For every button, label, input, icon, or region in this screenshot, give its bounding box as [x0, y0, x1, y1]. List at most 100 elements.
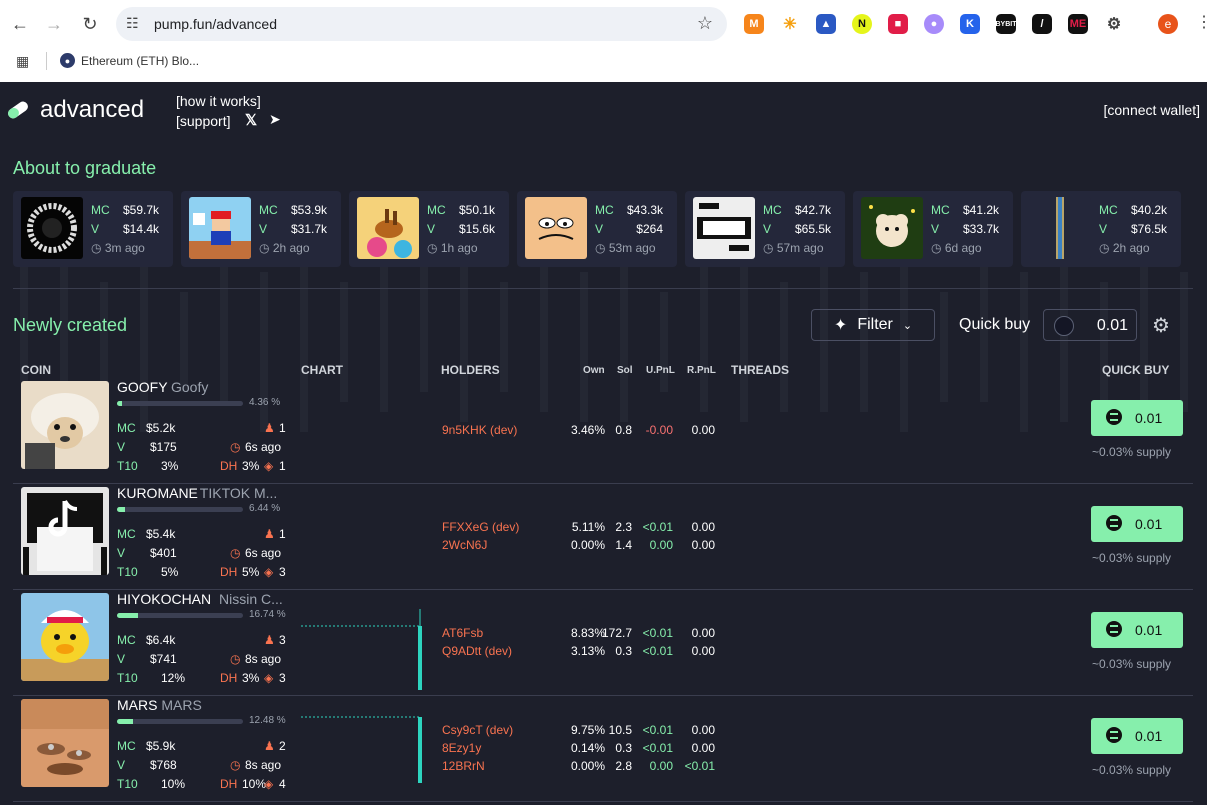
bookmark-divider [46, 52, 47, 70]
extension-icon[interactable]: N [852, 14, 872, 34]
coin-ticker[interactable]: GOOFY [117, 379, 168, 395]
quick-buy-button[interactable]: 0.01 [1091, 506, 1183, 542]
holder-address[interactable]: 2WcN6J [442, 538, 487, 552]
quick-buy-button[interactable]: 0.01 [1091, 400, 1183, 436]
solana-icon [1106, 727, 1122, 743]
market-cap-value: $42.7k [794, 203, 831, 217]
holder-rpnl: 0.00 [691, 723, 715, 737]
dh-label: DH [220, 777, 238, 791]
url-text[interactable]: pump.fun/advanced [154, 16, 277, 32]
holder-upnl: <0.01 [642, 644, 673, 658]
filter-button[interactable]: ✦ Filter ⌄ [811, 309, 935, 341]
profile-avatar[interactable]: e [1158, 14, 1178, 34]
holder-sol: 2.3 [615, 520, 632, 534]
holder-address[interactable]: AT6Fsb [442, 626, 483, 640]
browser-menu-icon[interactable]: ⋮ [1196, 12, 1207, 32]
volume-label: V [259, 222, 268, 236]
age-text: ◷ 53m ago [595, 241, 656, 255]
extension-icon[interactable]: / [1032, 14, 1052, 34]
clock-icon: ◷ [595, 241, 606, 255]
address-bar[interactable]: ☷ pump.fun/advanced ☆ [116, 7, 727, 41]
bookmark-ethereum[interactable]: ● Ethereum (ETH) Blo... [60, 53, 199, 68]
table-row[interactable]: MARS 12.48 % MC $5.9k V $768 T10 10% ♟ 2 ◷ 8s ago DH… [13, 695, 1193, 802]
holders-count: 3 [279, 633, 286, 647]
spark-extension-icon[interactable]: ✳ [780, 14, 800, 34]
connect-wallet-button[interactable]: [connect wallet] [1104, 102, 1201, 118]
solana-icon [1106, 621, 1122, 637]
telegram-icon[interactable]: ➤ [269, 111, 281, 128]
volume-label: V [595, 222, 604, 236]
extension-icon[interactable]: ME [1068, 14, 1088, 34]
support-link[interactable]: [support] [176, 113, 230, 129]
coin-ticker[interactable]: KUROMANE [117, 485, 198, 501]
dev-hold-value: 3% [242, 671, 260, 685]
site-info-icon[interactable]: ☷ [126, 15, 139, 32]
how-it-works-link[interactable]: [how it works] [176, 93, 261, 109]
t10-label: T10 [117, 565, 138, 579]
age-text: 8s ago [245, 652, 282, 666]
column-sol: Sol [617, 365, 633, 376]
forward-icon[interactable]: → [40, 10, 68, 38]
dh-label: DH [220, 459, 238, 473]
graduate-card[interactable]: MC $40.2k V $76.5k ◷ 2h ago [1021, 191, 1181, 267]
holders-count-icon: ♟ [264, 421, 275, 435]
coin-image[interactable] [21, 593, 109, 681]
extension-icon[interactable]: K [960, 14, 980, 34]
holders-count: 2 [279, 739, 286, 753]
holder-address[interactable]: 12BRrN [442, 759, 485, 773]
table-row[interactable]: KUROMANE 6.44 % MC $5.4k V $401 T10 5% ♟ 1 ◷ 6s ago… [13, 483, 1193, 590]
graduate-card[interactable]: MC $59.7k V $14.4k ◷ 3m ago [13, 191, 173, 267]
clock-icon: ◷ [230, 652, 241, 666]
extension-icon[interactable]: ▲ [816, 14, 836, 34]
graduate-card[interactable]: MC $41.2k V $33.7k ◷ 6d ago [853, 191, 1013, 267]
coin-ticker[interactable]: HIYOKOCHAN [117, 591, 211, 607]
coin-name: Goofy [171, 379, 209, 395]
quick-buy-button[interactable]: 0.01 [1091, 718, 1183, 754]
bonding-progress-bar [117, 401, 243, 406]
holder-own: 3.13% [570, 644, 605, 658]
table-row[interactable]: HIYOKOCHAN 16.74 % MC $6.4k V $741 T10 12% ♟ 3 ◷ 8s… [13, 589, 1193, 696]
target-icon: ◈ [264, 565, 274, 579]
progress-fill [117, 719, 133, 724]
graduate-card[interactable]: MC $43.3k V $264 ◷ 53m ago [517, 191, 677, 267]
holder-own: 3.46% [570, 423, 605, 437]
graduate-card[interactable]: MC $53.9k V $31.7k ◷ 2h ago [181, 191, 341, 267]
graduate-card[interactable]: MC $42.7k V $65.5k ◷ 57m ago [685, 191, 845, 267]
extension-icon[interactable]: ■ [888, 14, 908, 34]
apps-grid-icon[interactable]: ▦ [16, 53, 29, 70]
coin-image[interactable] [21, 487, 109, 575]
column-threads: THREADS [731, 363, 790, 377]
table-row[interactable]: GOOFY 4.36 % MC $5.2k V $175 T10 3% ♟ 1 ◷ 6s ago DH 3… [13, 377, 1193, 484]
extensions-puzzle-icon[interactable]: ⚙ [1104, 14, 1124, 34]
x-twitter-icon[interactable]: 𝕏 [245, 111, 257, 129]
quick-buy-button[interactable]: 0.01 [1091, 612, 1183, 648]
market-cap-value: $40.2k [1130, 203, 1167, 217]
holder-upnl: <0.01 [642, 626, 673, 640]
holder-address[interactable]: Q9ADtt (dev) [442, 644, 512, 658]
dh-count: 3 [279, 671, 286, 685]
holder-address[interactable]: 8Ezy1y [442, 741, 481, 755]
holder-address[interactable]: 9n5KHK (dev) [442, 423, 517, 437]
extension-icon[interactable]: BYBIT [996, 14, 1017, 34]
back-icon[interactable]: ← [6, 10, 34, 38]
volume-label: V [117, 652, 126, 666]
quick-buy-amount-input[interactable]: 0.01 [1043, 309, 1137, 341]
coin-thumbnail [693, 197, 755, 259]
volume-label: V [117, 440, 126, 454]
settings-gear-icon[interactable]: ⚙ [1152, 313, 1170, 338]
progress-fill [117, 401, 123, 406]
bookmark-star-icon[interactable]: ☆ [697, 13, 713, 34]
graduate-card[interactable]: MC $50.1k V $15.6k ◷ 1h ago [349, 191, 509, 267]
dh-count: 1 [279, 459, 286, 473]
holder-rpnl: <0.01 [684, 759, 715, 773]
reload-icon[interactable]: ↻ [76, 10, 104, 38]
holder-address[interactable]: Csy9cT (dev) [442, 723, 513, 737]
holder-sol: 1.4 [615, 538, 632, 552]
coin-image[interactable] [21, 381, 109, 469]
phantom-extension-icon[interactable]: ● [924, 14, 944, 34]
holder-address[interactable]: FFXXeG (dev) [442, 520, 519, 534]
coin-ticker[interactable]: MARS [117, 697, 157, 713]
supply-text: ~0.03% supply [1092, 445, 1172, 459]
coin-image[interactable] [21, 699, 109, 787]
metamask-extension-icon[interactable]: M [744, 14, 764, 34]
